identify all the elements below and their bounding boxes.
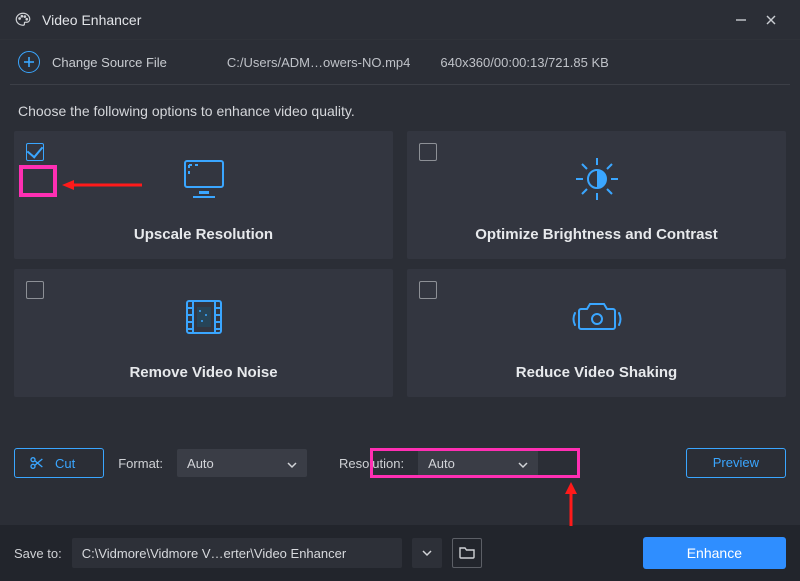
monitor-icon (179, 131, 229, 226)
window-title: Video Enhancer (42, 12, 141, 28)
minimize-button[interactable] (726, 5, 756, 35)
camera-shake-icon (569, 269, 625, 364)
tile-upscale-resolution[interactable]: Upscale Resolution (14, 131, 393, 259)
palette-icon (14, 11, 32, 29)
tile-label: Upscale Resolution (134, 226, 273, 243)
tile-label: Remove Video Noise (129, 364, 277, 381)
save-path-value: C:\Vidmore\Vidmore V…erter\Video Enhance… (82, 546, 346, 561)
save-path-dropdown[interactable] (412, 538, 442, 568)
chevron-down-icon (518, 458, 528, 468)
save-to-label: Save to: (14, 546, 62, 561)
tile-remove-video-noise[interactable]: Remove Video Noise (14, 269, 393, 397)
tile-label: Reduce Video Shaking (516, 364, 677, 381)
scissors-icon (29, 455, 45, 471)
cut-button[interactable]: Cut (14, 448, 104, 478)
source-meta: 640x360/00:00:13/721.85 KB (440, 55, 608, 70)
format-value: Auto (187, 456, 214, 471)
controls-row: Cut Format: Auto Resolution: Auto Previe… (0, 446, 800, 480)
resolution-dropdown[interactable]: Auto (418, 449, 538, 477)
titlebar: Video Enhancer (0, 0, 800, 40)
checkbox-optimize-brightness[interactable] (419, 143, 437, 161)
tile-reduce-video-shaking[interactable]: Reduce Video Shaking (407, 269, 786, 397)
browse-folder-button[interactable] (452, 538, 482, 568)
source-path: C:/Users/ADM…owers-NO.mp4 (227, 55, 410, 70)
source-bar: Change Source File C:/Users/ADM…owers-NO… (0, 40, 800, 84)
checkbox-reduce-video-shaking[interactable] (419, 281, 437, 299)
brightness-icon (572, 131, 622, 226)
resolution-label: Resolution: (339, 456, 404, 471)
tile-optimize-brightness[interactable]: Optimize Brightness and Contrast (407, 131, 786, 259)
enhance-button[interactable]: Enhance (643, 537, 786, 569)
close-button[interactable] (756, 5, 786, 35)
instruction-text: Choose the following options to enhance … (0, 85, 800, 131)
save-path-input[interactable]: C:\Vidmore\Vidmore V…erter\Video Enhance… (72, 538, 402, 568)
format-label: Format: (118, 456, 163, 471)
chevron-down-icon (287, 458, 297, 468)
save-bar: Save to: C:\Vidmore\Vidmore V…erter\Vide… (0, 525, 800, 581)
resolution-value: Auto (428, 456, 455, 471)
preview-button[interactable]: Preview (686, 448, 786, 478)
checkbox-remove-video-noise[interactable] (26, 281, 44, 299)
format-dropdown[interactable]: Auto (177, 449, 307, 477)
checkbox-upscale-resolution[interactable] (26, 143, 44, 161)
cut-label: Cut (55, 456, 75, 471)
enhance-options-grid: Upscale Resolution Optimize Brightness a… (0, 131, 800, 397)
annotation-arrow-up (556, 482, 586, 526)
film-noise-icon (179, 269, 229, 364)
add-source-button[interactable] (18, 51, 40, 73)
enhance-label: Enhance (687, 545, 742, 561)
preview-label: Preview (713, 455, 759, 470)
change-source-link[interactable]: Change Source File (52, 55, 167, 70)
tile-label: Optimize Brightness and Contrast (475, 226, 718, 243)
folder-icon (459, 545, 475, 562)
